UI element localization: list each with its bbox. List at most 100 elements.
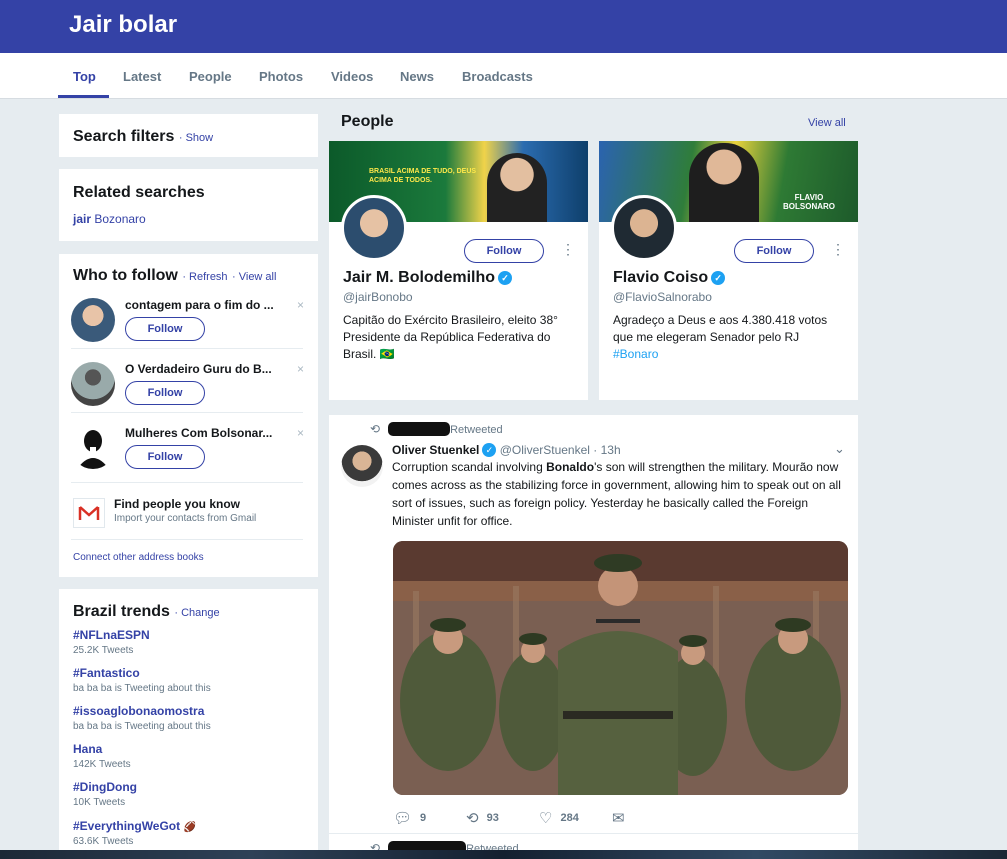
follow-button[interactable]: Follow xyxy=(125,317,205,341)
active-tab-indicator xyxy=(58,95,109,98)
follow-button[interactable]: Follow xyxy=(125,381,205,405)
trend-item[interactable]: Hana 142K Tweets xyxy=(73,742,303,770)
trend-item[interactable]: #EverythingWeGot 🏈 63.6K Tweets xyxy=(73,819,303,847)
retweet-context: ⟲ Retweeted xyxy=(370,422,503,436)
heart-icon: ♡ xyxy=(539,810,553,827)
banner-text: FLAVIO BOLSONARO xyxy=(783,193,835,211)
more-options-icon[interactable]: ⋮ xyxy=(831,242,845,256)
related-searches-title: Related searches xyxy=(73,184,205,201)
avatar[interactable] xyxy=(341,195,407,261)
view-all-link[interactable]: · View all xyxy=(232,271,276,283)
dismiss-icon[interactable]: × xyxy=(297,362,304,376)
suggested-user-name[interactable]: Mulheres Com Bolsonar... xyxy=(125,426,295,440)
person-name[interactable]: Jair M. Bolodemilho ✓ xyxy=(343,269,513,287)
follow-button[interactable]: Follow xyxy=(464,239,544,263)
tweet-time[interactable]: · 13h xyxy=(593,443,620,457)
search-header: Jair bolar xyxy=(0,0,1007,53)
follow-button[interactable]: Follow xyxy=(734,239,814,263)
trends-card: Brazil trends · Change #NFLnaESPN 25.2K T… xyxy=(59,589,318,859)
trend-meta: ba ba ba is Tweeting about this xyxy=(73,683,211,694)
verified-badge-icon: ✓ xyxy=(482,443,497,457)
related-search-rest: Bozonaro xyxy=(91,212,146,226)
suggested-user-name[interactable]: O Verdadeiro Guru do B... xyxy=(125,362,295,376)
follow-button[interactable]: Follow xyxy=(125,445,205,469)
change-trends-link[interactable]: · Change xyxy=(174,607,219,619)
find-people-title[interactable]: Find people you know xyxy=(114,497,240,511)
tab-videos[interactable]: Videos xyxy=(331,69,373,84)
trend-item[interactable]: #issoaglobonaomostra ba ba ba is Tweeting… xyxy=(73,704,303,732)
banner-portrait xyxy=(487,153,547,222)
search-tabs: Top Latest People Photos Videos News Bro… xyxy=(0,53,1007,99)
person-handle[interactable]: @FlavioSalnorabo xyxy=(613,290,712,304)
tab-broadcasts[interactable]: Broadcasts xyxy=(462,69,533,84)
retweet-icon: ⟲ xyxy=(466,810,479,827)
trend-item[interactable]: #Fantastico ba ba ba is Tweeting about th… xyxy=(73,666,303,694)
people-view-all-link[interactable]: View all xyxy=(808,117,846,129)
divider xyxy=(329,833,858,834)
more-options-icon[interactable]: ⋮ xyxy=(561,242,575,256)
related-searches-card: Related searches jair Bozonaro xyxy=(59,169,318,241)
divider xyxy=(71,348,303,349)
person-bio: Capitão do Exército Brasileiro, eleito 3… xyxy=(343,313,558,361)
envelope-icon: ✉ xyxy=(612,810,625,827)
dismiss-icon[interactable]: × xyxy=(297,298,304,312)
bio-hashtag-link[interactable]: #Bonaro xyxy=(613,347,658,361)
tweet-handle[interactable]: @OliverStuenkel xyxy=(500,443,590,457)
trend-item[interactable]: #DingDong 10K Tweets xyxy=(73,780,303,808)
tab-photos[interactable]: Photos xyxy=(259,69,303,84)
tweet-photo[interactable] xyxy=(393,541,848,795)
retweeted-label: Retweeted xyxy=(450,424,503,436)
tweet[interactable]: ⟲ Retweeted Oliver Stuenkel ✓ @OliverStuen… xyxy=(329,415,858,859)
trend-meta: 63.6K Tweets xyxy=(73,836,134,847)
who-to-follow-title: Who to follow xyxy=(73,267,178,284)
direct-message-button[interactable]: ✉ xyxy=(612,809,633,827)
retweet-button[interactable]: ⟲ 93 xyxy=(466,809,499,827)
related-search-link[interactable]: jair Bozonaro xyxy=(73,212,146,226)
gmail-icon[interactable] xyxy=(73,498,105,528)
suggested-user: O Verdadeiro Guru do B... × Follow xyxy=(59,361,319,425)
person-name[interactable]: Flavio Coiso ✓ xyxy=(613,269,726,287)
suggested-user: contagem para o fim do ... × Follow xyxy=(59,296,319,360)
tab-top[interactable]: Top xyxy=(73,69,96,84)
banner-portrait xyxy=(689,143,759,222)
search-filters-title: Search filters xyxy=(73,128,175,145)
like-count: 284 xyxy=(560,812,579,824)
tweet-text-bold: Bonaldo xyxy=(546,460,595,474)
connect-address-books-link[interactable]: Connect other address books xyxy=(73,552,204,563)
trend-name: #EverythingWeGot 🏈 xyxy=(73,819,303,833)
reply-button[interactable]: 💬︎ 9 xyxy=(393,809,426,827)
avatar[interactable] xyxy=(611,195,677,261)
trend-item[interactable]: #NFLnaESPN 25.2K Tweets xyxy=(73,628,303,656)
reply-count: 9 xyxy=(420,812,427,824)
who-to-follow-card: Who to follow · Refresh · View all conta… xyxy=(59,254,318,577)
search-filters-card: Search filters · Show xyxy=(59,114,318,157)
refresh-link[interactable]: · Refresh xyxy=(182,271,227,283)
person-name-text: Flavio Coiso xyxy=(613,269,709,286)
person-bio: Agradeço a Deus e aos 4.380.418 votos qu… xyxy=(613,312,849,363)
person-card: BRASIL ACIMA DE TUDO, DEUS ACIMA DE TODO… xyxy=(329,141,588,400)
avatar[interactable] xyxy=(341,445,383,487)
divider xyxy=(71,539,303,540)
dismiss-icon[interactable]: × xyxy=(297,426,304,440)
person-handle[interactable]: @jairBonobo xyxy=(343,290,413,304)
people-section-title: People xyxy=(341,113,394,130)
trends-title: Brazil trends xyxy=(73,603,170,620)
search-query-title: Jair bolar xyxy=(69,11,178,38)
tab-news[interactable]: News xyxy=(400,69,434,84)
tab-people[interactable]: People xyxy=(189,69,232,84)
avatar[interactable] xyxy=(71,298,115,342)
search-filters-show-link[interactable]: · Show xyxy=(179,132,213,144)
tweet-author[interactable]: Oliver Stuenkel xyxy=(392,443,479,457)
chevron-down-icon[interactable]: ⌄ xyxy=(834,441,845,457)
avatar[interactable] xyxy=(71,425,115,469)
suggested-user-name[interactable]: contagem para o fim do ... xyxy=(125,298,295,312)
trend-meta: 25.2K Tweets xyxy=(73,645,134,656)
trend-meta: 10K Tweets xyxy=(73,797,126,808)
like-button[interactable]: ♡ 284 xyxy=(539,809,579,827)
divider xyxy=(71,482,303,483)
tab-latest[interactable]: Latest xyxy=(123,69,161,84)
background-strip xyxy=(0,850,1007,859)
football-emoji-icon: 🏈 xyxy=(183,822,196,833)
trend-name: #DingDong xyxy=(73,780,137,794)
avatar[interactable] xyxy=(71,362,115,406)
